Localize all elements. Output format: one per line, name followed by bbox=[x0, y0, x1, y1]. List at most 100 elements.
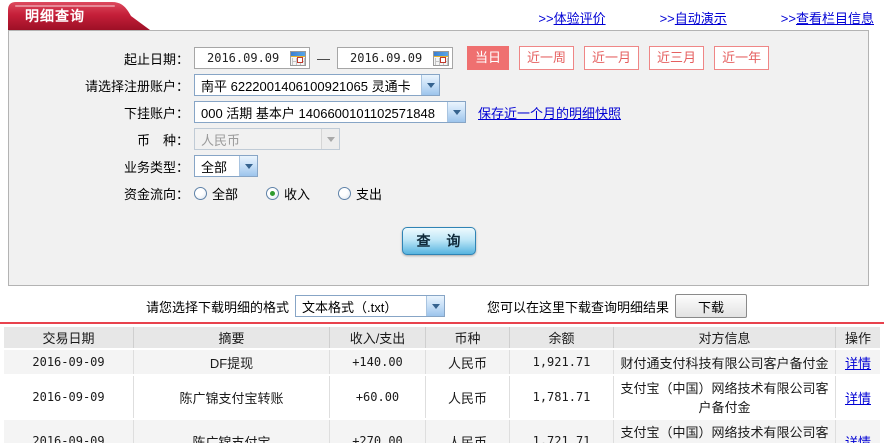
cell-balance: 1,781.71 bbox=[510, 376, 614, 418]
link-auto-demo[interactable]: >>自动演示 bbox=[660, 8, 727, 27]
page-title: 明细查询 bbox=[25, 8, 85, 24]
cell-date: 2016-09-09 bbox=[4, 350, 134, 374]
cell-currency: 人民币 bbox=[426, 350, 510, 374]
query-button[interactable]: 查 询 bbox=[401, 227, 476, 255]
download-format-label: 请您选择下载明细的格式 bbox=[146, 299, 290, 315]
sub-account-label: 下挂账户： bbox=[123, 105, 189, 121]
biz-type-label: 业务类型： bbox=[123, 159, 189, 175]
cell-balance: 1,721.71 bbox=[510, 420, 614, 443]
biz-type-select[interactable]: 全部 bbox=[194, 155, 258, 177]
radio-icon[interactable] bbox=[194, 186, 207, 200]
chevron-down-icon[interactable] bbox=[426, 296, 445, 316]
query-button-row: 查 询 bbox=[9, 227, 868, 255]
biz-type-value: 全部 bbox=[201, 159, 228, 175]
download-format-select[interactable]: 文本格式（.txt） bbox=[295, 295, 446, 317]
start-date-value: 2016.09.09 bbox=[207, 51, 280, 65]
period-button-today[interactable]: 当日 bbox=[467, 46, 510, 70]
cell-amount: +60.00 bbox=[330, 376, 426, 418]
page-tab: 明细查询 bbox=[8, 2, 150, 30]
header-counterparty: 对方信息 bbox=[614, 327, 836, 348]
header-amount: 收入/支出 bbox=[330, 327, 426, 348]
cell-counterparty: 支付宝（中国）网络技术有限公司客户备付金 bbox=[614, 376, 836, 418]
chevron-down-icon bbox=[321, 129, 339, 149]
radio-icon[interactable] bbox=[338, 186, 352, 200]
link-prefix: >> bbox=[659, 11, 675, 26]
cell-summary: DF提现 bbox=[134, 350, 330, 374]
date-range-row: 起止日期： 2016.09.09 — 2016.09.09 当日 近一周 近一月… bbox=[9, 46, 868, 70]
download-button[interactable]: 下载 bbox=[675, 294, 748, 318]
register-account-value: 南平 6222001406100921065 灵通卡 bbox=[201, 78, 411, 94]
currency-row: 币 种： 人民币 bbox=[9, 127, 868, 151]
cell-summary: 陈广锦支付宝 bbox=[134, 420, 330, 443]
flow-radio-all-label: 全部 bbox=[212, 186, 239, 202]
period-button-last-week[interactable]: 近一周 bbox=[519, 46, 575, 70]
detail-query-page: 明细查询 >>体验评价 >>自动演示 >>查看栏目信息 起止日期： 2016.0… bbox=[0, 0, 884, 443]
cell-counterparty: 支付宝（中国）网络技术有限公司客户备付金 bbox=[614, 420, 836, 443]
detail-link[interactable]: 详情 bbox=[845, 356, 871, 371]
start-date-input[interactable]: 2016.09.09 bbox=[194, 47, 310, 69]
cell-date: 2016-09-09 bbox=[4, 376, 134, 418]
link-prefix: >> bbox=[538, 11, 554, 26]
sub-account-select[interactable]: 000 活期 基本户 1406600101102571848 bbox=[194, 101, 466, 123]
table-row: 2016-09-09 陈广锦支付宝 +270.00 人民币 1,721.71 支… bbox=[4, 420, 880, 443]
cell-amount: +140.00 bbox=[330, 350, 426, 374]
currency-value: 人民币 bbox=[201, 132, 241, 148]
detail-link[interactable]: 详情 bbox=[845, 391, 871, 406]
flow-row: 资金流向： 全部 收入 支出 bbox=[9, 181, 868, 205]
download-row: 请您选择下载明细的格式 文本格式（.txt） 您可以在这里下载查询明细结果 下载 bbox=[0, 293, 884, 319]
flow-radio-income[interactable]: 收入 bbox=[266, 184, 310, 203]
query-form-panel: 起止日期： 2016.09.09 — 2016.09.09 当日 近一周 近一月… bbox=[8, 30, 869, 286]
end-date-value: 2016.09.09 bbox=[350, 51, 423, 65]
transaction-table: 交易日期 摘要 收入/支出 币种 余额 对方信息 操作 2016-09-09 D… bbox=[4, 325, 880, 443]
download-format-value: 文本格式（.txt） bbox=[302, 299, 398, 315]
link-experience-review[interactable]: >>体验评价 bbox=[538, 8, 605, 27]
flow-radio-expense-label: 支出 bbox=[356, 186, 383, 202]
calendar-icon[interactable] bbox=[290, 50, 306, 66]
date-range-label: 起止日期： bbox=[123, 51, 189, 67]
flow-radio-expense[interactable]: 支出 bbox=[338, 184, 382, 203]
detail-link[interactable]: 详情 bbox=[845, 435, 871, 443]
currency-label: 币 种： bbox=[136, 132, 189, 148]
period-button-last-month[interactable]: 近一月 bbox=[584, 46, 640, 70]
cell-date: 2016-09-09 bbox=[4, 420, 134, 443]
header-currency: 币种 bbox=[426, 327, 510, 348]
red-divider bbox=[0, 322, 884, 324]
top-links: >>体验评价 >>自动演示 >>查看栏目信息 bbox=[484, 8, 874, 27]
flow-label: 资金流向： bbox=[123, 186, 189, 202]
cell-amount: +270.00 bbox=[330, 420, 426, 443]
save-snapshot-link[interactable]: 保存近一个月的明细快照 bbox=[478, 103, 621, 122]
sub-account-row: 下挂账户： 000 活期 基本户 1406600101102571848 保存近… bbox=[9, 100, 868, 124]
header-date: 交易日期 bbox=[4, 327, 134, 348]
link-view-column-info[interactable]: >>查看栏目信息 bbox=[781, 8, 874, 27]
register-account-row: 请选择注册账户： 南平 6222001406100921065 灵通卡 bbox=[9, 73, 868, 97]
header-action: 操作 bbox=[836, 327, 880, 348]
flow-radio-all[interactable]: 全部 bbox=[194, 184, 238, 203]
header-balance: 余额 bbox=[510, 327, 614, 348]
period-button-last-year[interactable]: 近一年 bbox=[714, 46, 770, 70]
cell-balance: 1,921.71 bbox=[510, 350, 614, 374]
download-hint: 您可以在这里下载查询明细结果 bbox=[487, 299, 670, 315]
chevron-down-icon[interactable] bbox=[447, 102, 465, 122]
flow-radio-income-label: 收入 bbox=[284, 186, 311, 202]
cell-summary: 陈广锦支付宝转账 bbox=[134, 376, 330, 418]
chevron-down-icon[interactable] bbox=[239, 156, 257, 176]
table-header-row: 交易日期 摘要 收入/支出 币种 余额 对方信息 操作 bbox=[4, 327, 880, 348]
cell-currency: 人民币 bbox=[426, 420, 510, 443]
register-account-label: 请选择注册账户： bbox=[84, 78, 189, 94]
chevron-down-icon[interactable] bbox=[421, 75, 439, 95]
link-prefix: >> bbox=[780, 11, 796, 26]
cell-counterparty: 财付通支付科技有限公司客户备付金 bbox=[614, 350, 836, 374]
calendar-icon[interactable] bbox=[433, 50, 449, 66]
header-summary: 摘要 bbox=[134, 327, 330, 348]
sub-account-value: 000 活期 基本户 1406600101102571848 bbox=[201, 105, 435, 121]
biz-type-row: 业务类型： 全部 bbox=[9, 154, 868, 178]
register-account-select[interactable]: 南平 6222001406100921065 灵通卡 bbox=[194, 74, 440, 96]
cell-currency: 人民币 bbox=[426, 376, 510, 418]
currency-select-disabled: 人民币 bbox=[194, 128, 340, 150]
end-date-input[interactable]: 2016.09.09 bbox=[337, 47, 453, 69]
date-separator: — bbox=[317, 50, 330, 66]
table-row: 2016-09-09 DF提现 +140.00 人民币 1,921.71 财付通… bbox=[4, 350, 880, 374]
period-button-last-3-months[interactable]: 近三月 bbox=[649, 46, 705, 70]
radio-checked-icon[interactable] bbox=[266, 186, 280, 200]
table-row: 2016-09-09 陈广锦支付宝转账 +60.00 人民币 1,781.71 … bbox=[4, 376, 880, 418]
